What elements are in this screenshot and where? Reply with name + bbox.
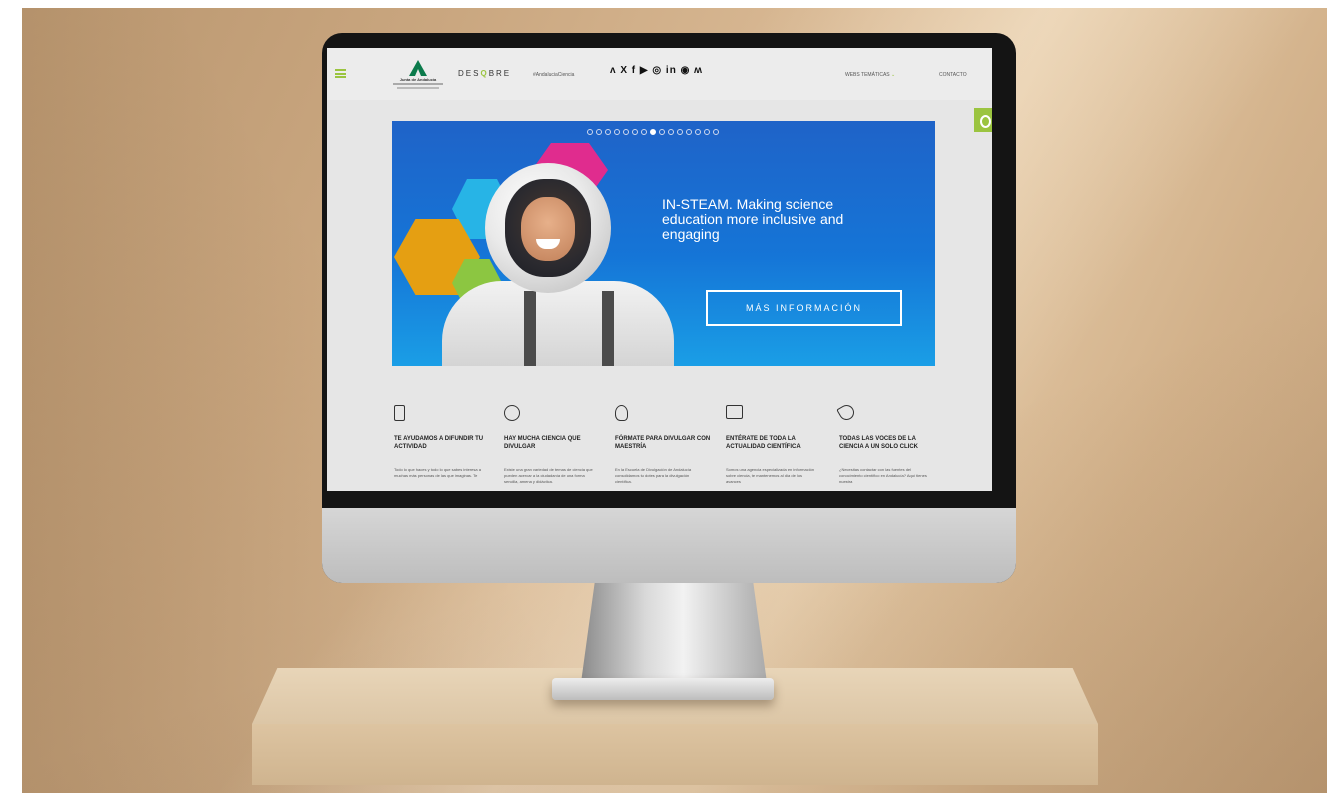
slider-dot[interactable]	[677, 129, 683, 135]
nav-contacto[interactable]: CONTACTO	[939, 72, 967, 78]
megaphone-icon	[836, 402, 857, 423]
logo-subline-2	[397, 87, 439, 89]
accessibility-tab-icon[interactable]	[974, 108, 992, 132]
slider-dot[interactable]	[605, 129, 611, 135]
astronaut-girl-image	[432, 163, 674, 366]
monitor-stand	[580, 580, 768, 690]
feature-title: TODAS LAS VOCES DE LA CIENCIA A UN SOLO …	[839, 436, 918, 450]
hamburger-menu-icon[interactable]	[335, 69, 346, 78]
features-section: TE AYUDAMOS A DIFUNDIR TU ACTIVIDAD Todo…	[327, 393, 992, 491]
slider-dot[interactable]	[686, 129, 692, 135]
logo-subline	[393, 83, 443, 85]
astronaut-suit	[442, 281, 674, 366]
slider-dot[interactable]	[632, 129, 638, 135]
social-icons: ᴧ X f ▶ ◎ in ◉ ʍ	[610, 65, 703, 76]
girl-face	[521, 197, 575, 261]
slider-dot[interactable]	[659, 129, 665, 135]
hero-slider: IN-STEAM. Making science education more …	[392, 121, 935, 366]
bluesky-icon[interactable]: ʍ	[694, 65, 703, 76]
monitor-chin	[322, 508, 1016, 583]
nav-webs-tematicas[interactable]: WEBS TEMÁTICAS ⌄	[845, 72, 895, 78]
spotify-icon[interactable]: ◉	[681, 65, 691, 76]
facebook-icon[interactable]: f	[632, 65, 636, 76]
linkedin-icon[interactable]: in	[666, 65, 677, 76]
crosshair-icon	[504, 405, 520, 421]
instagram-icon[interactable]: ◎	[652, 65, 662, 76]
monitor-foot	[552, 678, 774, 700]
brand-highlight: Q	[480, 69, 489, 78]
suit-strap-left	[524, 291, 536, 366]
slider-dot[interactable]	[695, 129, 701, 135]
head-icon	[615, 405, 628, 421]
slider-dot[interactable]	[641, 129, 647, 135]
slider-dot[interactable]	[614, 129, 620, 135]
hashtag-link[interactable]: #AndaluciaCiencia	[533, 72, 574, 78]
screen-icon	[726, 405, 743, 419]
junta-andalucia-logo[interactable]: Junta de Andalucía	[387, 60, 449, 94]
slider-dots	[587, 129, 719, 135]
slider-dot[interactable]	[650, 129, 656, 135]
slider-dot[interactable]	[587, 129, 593, 135]
feature-title: TE AYUDAMOS A DIFUNDIR TU ACTIVIDAD	[394, 436, 484, 450]
feature-text: En la Escuela de Divulgación de Andalucí…	[615, 467, 692, 484]
feature-title: FÓRMATE PARA DIVULGAR CON MAESTRÍA	[615, 436, 711, 450]
suit-strap-right	[602, 291, 614, 366]
feature-text: Somos una agencia especializada en infor…	[726, 467, 815, 484]
feature-title: HAY MUCHA CIENCIA QUE DIVULGAR	[504, 436, 581, 450]
slider-dot[interactable]	[596, 129, 602, 135]
slider-dot[interactable]	[668, 129, 674, 135]
brand-post: BRE	[488, 69, 512, 78]
descubre-brand[interactable]: DESQBRE	[458, 69, 511, 78]
pedestal-front	[252, 724, 1098, 785]
slider-dot[interactable]	[704, 129, 710, 135]
feature-title: ENTÉRATE DE TODA LA ACTUALIDAD CIENTÍFIC…	[726, 436, 801, 450]
chevron-down-icon: ⌄	[891, 72, 896, 78]
logo-text: Junta de Andalucía	[399, 77, 437, 82]
mas-informacion-button[interactable]: MÁS INFORMACIÓN	[706, 290, 902, 326]
rss-icon[interactable]: ᴧ	[610, 65, 617, 76]
top-navbar: Junta de Andalucía DESQBRE #AndaluciaCie…	[327, 48, 992, 100]
feature-text: Existe una gran variedad de temas de cie…	[504, 467, 593, 484]
website-screen: Junta de Andalucía DESQBRE #AndaluciaCie…	[327, 48, 992, 491]
phone-icon	[394, 405, 405, 421]
slider-dot[interactable]	[623, 129, 629, 135]
youtube-icon[interactable]: ▶	[640, 65, 649, 76]
feature-text: ¿Necesitas contactar con las fuentes del…	[839, 467, 927, 484]
nav-webs-tematicas-label: WEBS TEMÁTICAS	[845, 72, 890, 78]
x-icon[interactable]: X	[620, 65, 628, 76]
feature-text: Todo lo que haces y todo lo que sabes in…	[394, 467, 481, 478]
brand-pre: DES	[458, 69, 481, 78]
hero-title: IN-STEAM. Making science education more …	[662, 196, 844, 242]
logo-mark-hole	[415, 69, 421, 76]
slider-dot[interactable]	[713, 129, 719, 135]
